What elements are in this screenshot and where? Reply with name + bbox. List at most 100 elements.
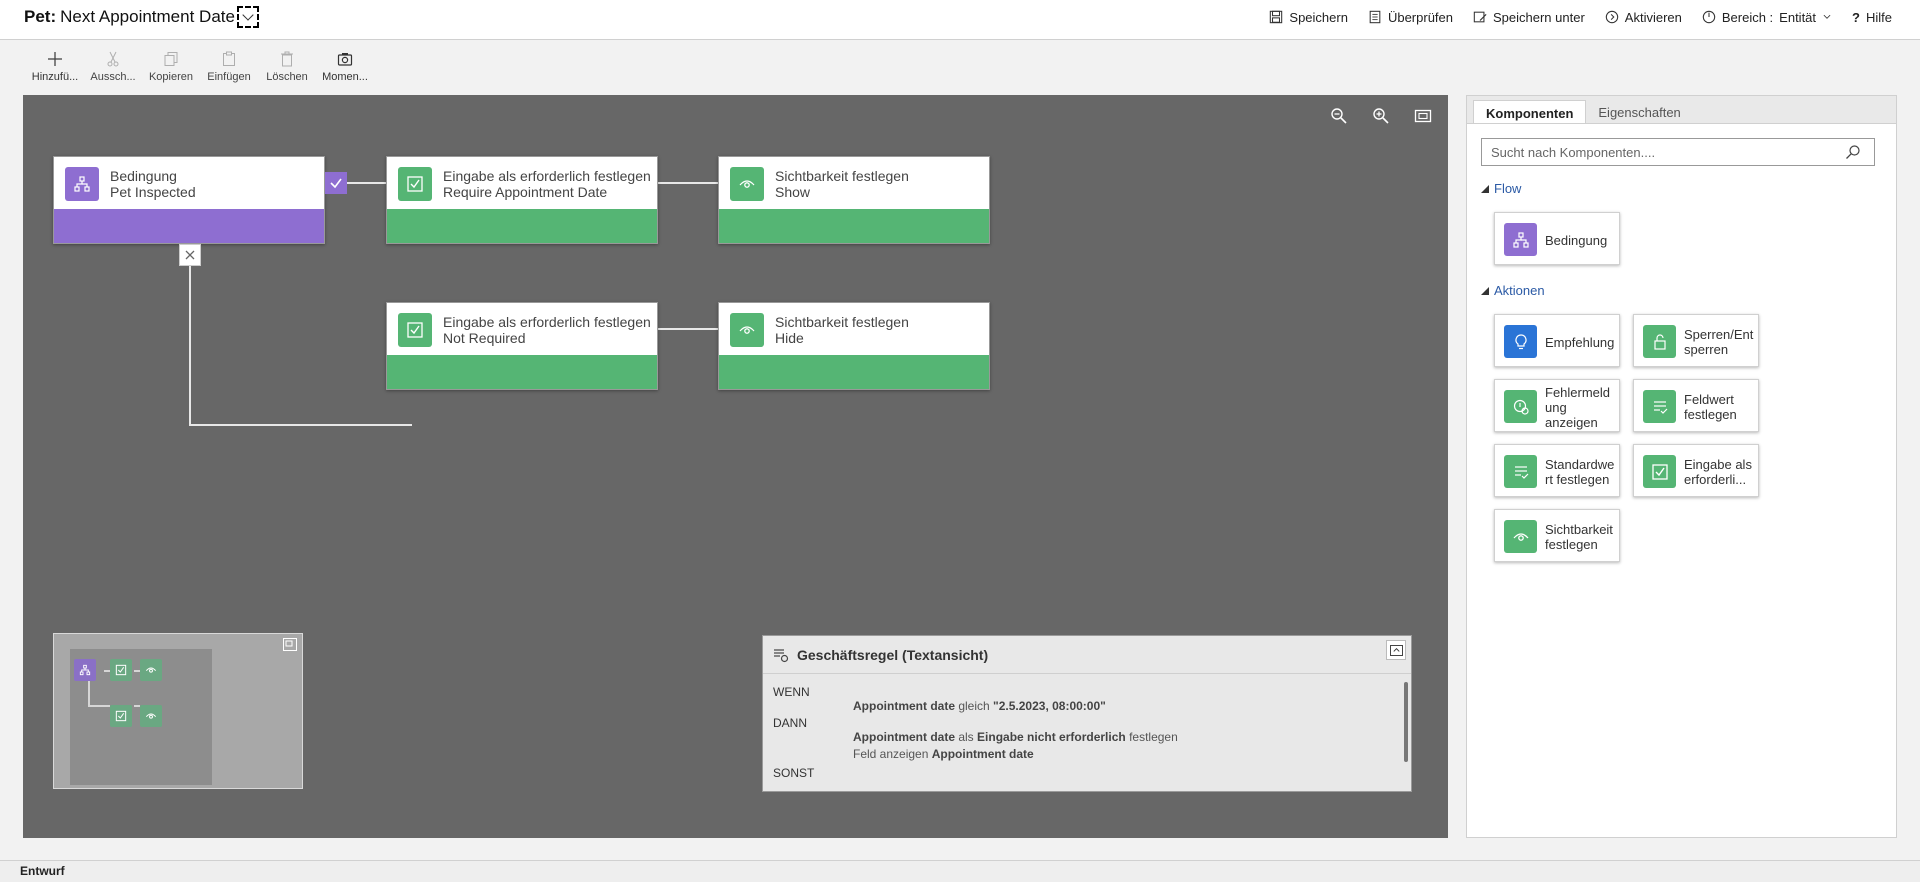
component-search-input[interactable] — [1481, 138, 1875, 166]
checkbox-icon — [1643, 455, 1676, 488]
checkbox-icon — [398, 167, 432, 201]
set-required-node[interactable]: Eingabe als erforderlich festlegen Requi… — [386, 156, 658, 244]
command-toolbar: Hinzufü... Aussch... Kopieren Einfügen L… — [0, 41, 1920, 95]
snapshot-button[interactable]: Momen... — [316, 41, 374, 95]
save-label: Speichern — [1289, 9, 1348, 25]
save-as-button[interactable]: Speichern unter — [1473, 10, 1585, 25]
set-visibility-show-node-text: Sichtbarkeit festlegen Show — [775, 168, 909, 200]
component-set-required[interactable]: Eingabe als erforderli... — [1633, 444, 1759, 497]
checkmark-icon — [330, 178, 342, 189]
minimap-viewport[interactable] — [70, 649, 212, 785]
component-condition[interactable]: Bedingung — [1494, 212, 1620, 265]
close-icon — [185, 250, 195, 260]
minimap-hide-node — [140, 705, 162, 727]
text-view-title: Geschäftsregel (Textansicht) — [797, 646, 989, 663]
set-required-node-title: Eingabe als erforderlich festlegen — [443, 168, 651, 184]
cut-label: Aussch... — [90, 71, 136, 83]
set-visibility-hide-node-title: Sichtbarkeit festlegen — [775, 314, 909, 330]
activate-icon — [1605, 10, 1618, 24]
set-not-required-node[interactable]: Eingabe als erforderlich festlegen Not R… — [386, 302, 658, 390]
chevron-down-icon — [1823, 14, 1831, 19]
set-visibility-hide-node-subtitle: Hide — [775, 330, 804, 346]
set-visibility-hide-node-text: Sichtbarkeit festlegen Hide — [775, 314, 909, 346]
validate-button[interactable]: Überprüfen — [1368, 10, 1453, 25]
minimap-required-node — [110, 659, 132, 681]
component-set-default-value-label: Standardwert festlegen — [1545, 457, 1615, 487]
if-field: Appointment date — [853, 699, 955, 713]
title-entity-prefix: Pet: — [24, 7, 57, 26]
false-branch-x-badge[interactable] — [179, 244, 201, 266]
lightbulb-icon — [1504, 325, 1537, 358]
then1-mid: als — [958, 730, 974, 744]
status-bar: Entwurf — [0, 860, 1920, 882]
component-lock-unlock[interactable]: Sperren/Entsperren — [1633, 314, 1759, 367]
field-value-icon — [1643, 390, 1676, 423]
if-operator: gleich — [958, 699, 990, 713]
help-button[interactable]: ? Hilfe — [1852, 10, 1892, 25]
component-recommendation-label: Empfehlung — [1545, 334, 1615, 350]
rule-designer-canvas[interactable]: Bedingung Pet Inspected Eingabe als erfo… — [23, 95, 1448, 838]
zoom-in-icon[interactable] — [1372, 107, 1390, 125]
header-bar: Pet: Next Appointment Date Speichern Übe… — [0, 0, 1920, 40]
save-icon — [1270, 10, 1283, 24]
eye-icon — [730, 167, 764, 201]
scissors-icon — [107, 51, 119, 67]
set-required-node-bar — [387, 209, 657, 243]
component-show-error[interactable]: Fehlermeldung anzeigen — [1494, 379, 1620, 432]
paste-button[interactable]: Einfügen — [200, 41, 258, 95]
minimap[interactable] — [53, 633, 303, 789]
condition-node[interactable]: Bedingung Pet Inspected — [53, 156, 325, 244]
cut-button[interactable]: Aussch... — [84, 41, 142, 95]
tab-components[interactable]: Komponenten — [1473, 100, 1587, 123]
if-value: "2.5.2023, 08:00:00" — [993, 699, 1106, 713]
component-recommendation[interactable]: Empfehlung — [1494, 314, 1620, 367]
panel-tabs: Komponenten Eigenschaften — [1467, 96, 1896, 124]
component-set-visibility-label: Sichtbarkeit festlegen — [1545, 522, 1613, 552]
zoom-out-icon[interactable] — [1330, 107, 1348, 125]
component-set-field-value[interactable]: Feldwert festlegen — [1633, 379, 1759, 432]
page-title: Pet: Next Appointment Date — [24, 6, 259, 28]
tab-properties[interactable]: Eigenschaften — [1586, 100, 1692, 123]
component-lock-unlock-label: Sperren/Entsperren — [1684, 327, 1754, 357]
component-set-required-label: Eingabe als erforderli... — [1684, 457, 1752, 487]
set-visibility-hide-node[interactable]: Sichtbarkeit festlegen Hide — [718, 302, 990, 390]
copy-icon — [164, 52, 178, 66]
status-label: Entwurf — [20, 864, 65, 878]
true-branch-check-badge[interactable] — [325, 172, 347, 194]
condition-node-subtitle: Pet Inspected — [110, 184, 196, 200]
fit-to-screen-icon[interactable] — [1414, 107, 1432, 125]
title-dropdown-chevron-icon[interactable] — [236, 6, 259, 28]
section-flow[interactable]: Flow — [1481, 181, 1521, 196]
minimap-not-required-node — [110, 705, 132, 727]
checklist-icon — [1369, 10, 1381, 24]
activate-button[interactable]: Aktivieren — [1605, 10, 1682, 25]
minimap-collapse-icon[interactable] — [283, 638, 297, 651]
add-button[interactable]: Hinzufü... — [26, 41, 84, 95]
connector-false-branch-horizontal — [189, 424, 412, 426]
title-rule-name: Next Appointment Date — [60, 7, 235, 26]
scope-dropdown[interactable]: Bereich : Entität — [1702, 10, 1832, 25]
save-button[interactable]: Speichern — [1269, 10, 1348, 25]
validate-label: Überprüfen — [1387, 9, 1453, 25]
search-icon[interactable] — [1845, 144, 1861, 160]
section-actions[interactable]: Aktionen — [1481, 283, 1545, 298]
else-keyword: SONST — [773, 766, 815, 780]
set-visibility-show-node[interactable]: Sichtbarkeit festlegen Show — [718, 156, 990, 244]
component-set-default-value[interactable]: Standardwert festlegen — [1494, 444, 1620, 497]
default-value-icon — [1504, 455, 1537, 488]
condition-icon — [65, 167, 99, 201]
minimap-condition-node — [74, 659, 96, 681]
component-set-visibility[interactable]: Sichtbarkeit festlegen — [1494, 509, 1620, 562]
checkbox-icon — [398, 313, 432, 347]
delete-button[interactable]: Löschen — [258, 41, 316, 95]
eye-icon — [730, 313, 764, 347]
set-not-required-node-title: Eingabe als erforderlich festlegen — [443, 314, 651, 330]
clipboard-icon — [223, 51, 235, 66]
minimap-connector — [88, 681, 90, 706]
then1-field: Appointment date — [853, 730, 955, 744]
copy-button[interactable]: Kopieren — [142, 41, 200, 95]
plus-icon — [48, 52, 62, 66]
condition-node-title: Bedingung — [110, 168, 177, 184]
text-view-expand-button[interactable] — [1386, 640, 1406, 660]
text-view-scrollbar[interactable] — [1404, 682, 1408, 762]
